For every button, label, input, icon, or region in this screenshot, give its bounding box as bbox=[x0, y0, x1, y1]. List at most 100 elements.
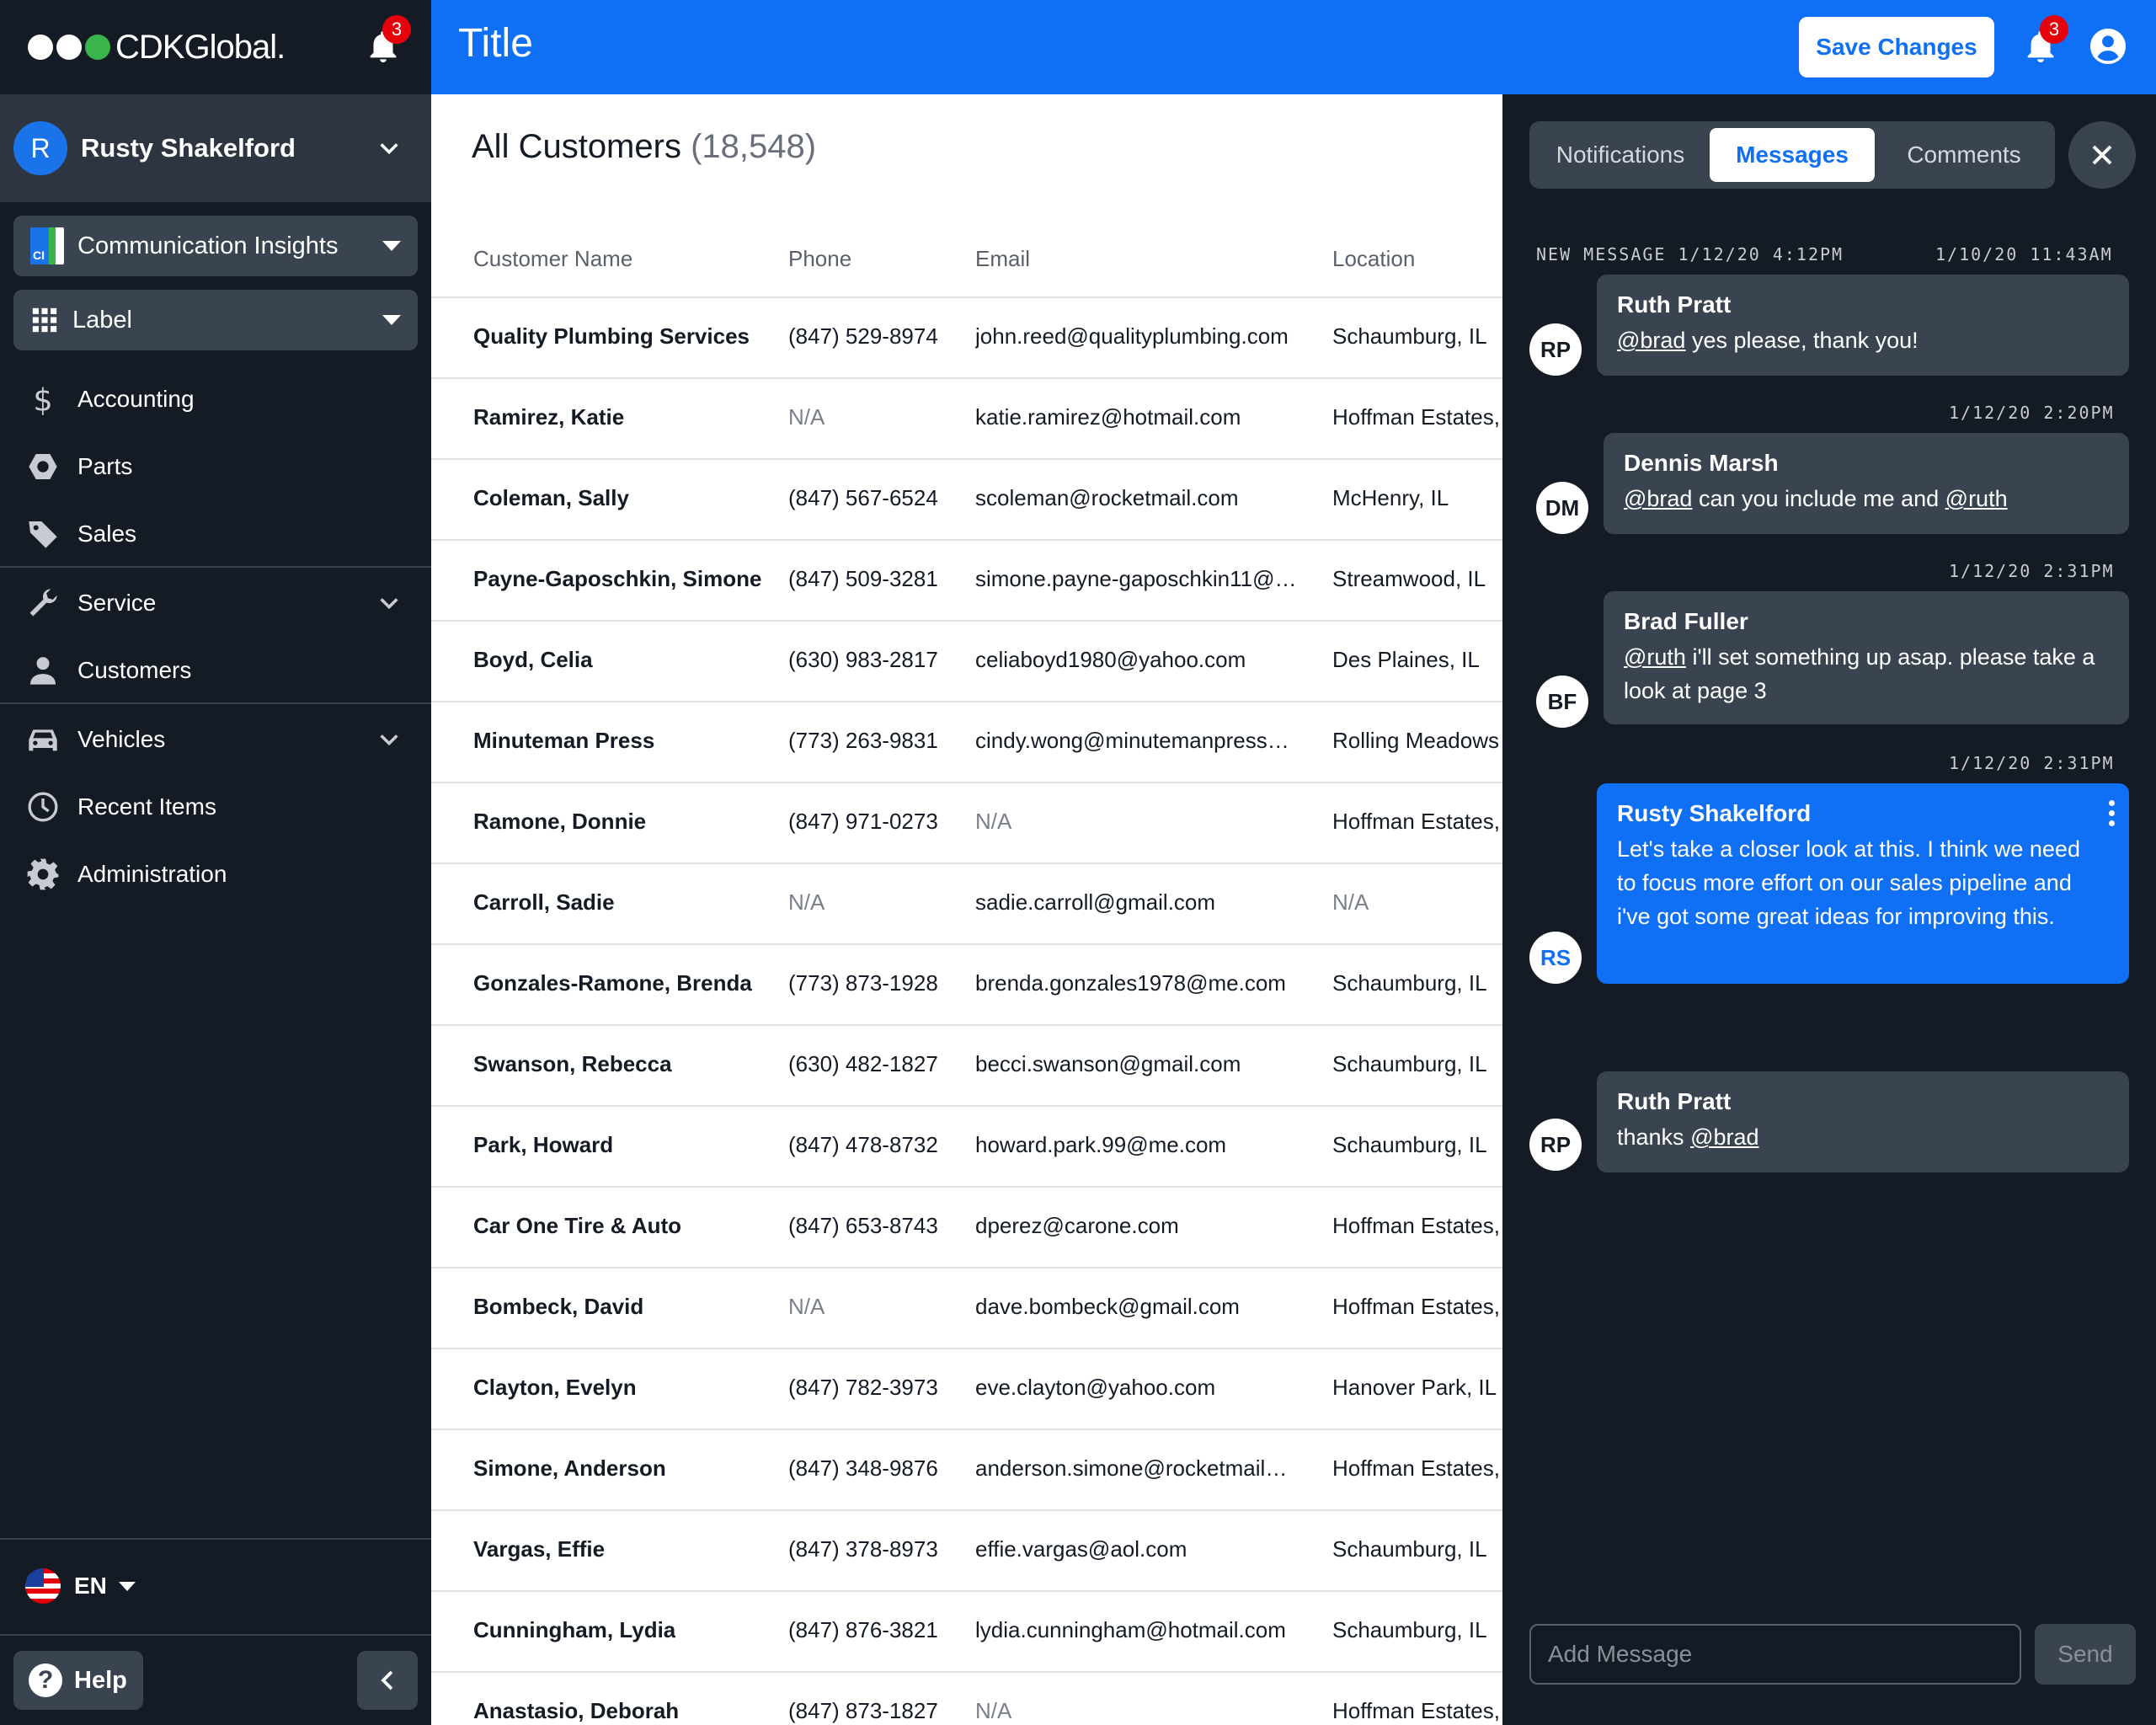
new-message-label: NEW MESSAGE 1/12/20 4:12PM bbox=[1536, 244, 1844, 264]
help-label: Help bbox=[74, 1666, 127, 1694]
table-row[interactable]: Ramone, Donnie (847) 971-0273 N/A Hoffman E… bbox=[431, 782, 1502, 862]
message-sender: Ruth Pratt bbox=[1617, 1088, 1732, 1114]
cell-customer-name: Simone, Anderson bbox=[473, 1455, 666, 1481]
language-select[interactable]: EN bbox=[25, 1568, 136, 1604]
table-row[interactable]: Anastasio, Deborah (847) 873-1827 N/A Hoffm… bbox=[431, 1671, 1502, 1725]
message-sender: Ruth Pratt bbox=[1617, 291, 1732, 318]
cell-customer-name: Ramone, Donnie bbox=[473, 809, 647, 834]
cell-phone: (847) 971-0273 bbox=[788, 809, 938, 834]
tab-comments[interactable]: Comments bbox=[1880, 128, 2048, 182]
more-options-icon[interactable] bbox=[2109, 800, 2116, 826]
car-icon bbox=[25, 722, 61, 757]
sidebar-item-service[interactable]: Service bbox=[0, 569, 431, 637]
cell-customer-name: Park, Howard bbox=[473, 1132, 614, 1157]
table-row[interactable]: Ramirez, Katie N/A katie.ramirez@hotmail.c… bbox=[431, 377, 1502, 458]
app-select[interactable]: CI Communication Insights bbox=[13, 216, 418, 276]
sidebar-item-customers[interactable]: Customers bbox=[0, 637, 431, 704]
mention-link[interactable]: @brad bbox=[1624, 486, 1692, 511]
tab-notifications[interactable]: Notifications bbox=[1536, 128, 1705, 182]
cell-phone: N/A bbox=[788, 1294, 825, 1319]
save-changes-button[interactable]: Save Changes bbox=[1799, 17, 1994, 77]
close-icon bbox=[2092, 145, 2112, 165]
close-panel-button[interactable] bbox=[2068, 121, 2136, 189]
own-message-bubble: Rusty Shakelford Let's take a closer loo… bbox=[1597, 783, 2129, 984]
table-row[interactable]: Bombeck, David N/A dave.bombeck@gmail.com H… bbox=[431, 1267, 1502, 1348]
customer-count: (18,548) bbox=[691, 128, 817, 165]
cell-location: Schaumburg, IL bbox=[1332, 323, 1487, 349]
send-button[interactable]: Send bbox=[2035, 1624, 2136, 1685]
sidebar-item-sales[interactable]: Sales bbox=[0, 500, 431, 568]
message-sender: Dennis Marsh bbox=[1624, 450, 1779, 476]
cell-phone: (847) 653-8743 bbox=[788, 1213, 938, 1238]
cell-email: N/A bbox=[975, 809, 1012, 834]
table-row[interactable]: Quality Plumbing Services (847) 529-8974 j… bbox=[431, 296, 1502, 377]
brand-logo-text: CDKGlobal. bbox=[115, 28, 286, 66]
cell-location: Hoffman Estates, IL bbox=[1332, 404, 1501, 430]
cell-phone: (847) 529-8974 bbox=[788, 323, 938, 349]
cell-phone: (847) 378-8973 bbox=[788, 1536, 938, 1562]
table-row[interactable]: Vargas, Effie (847) 378-8973 effie.vargas@… bbox=[431, 1509, 1502, 1590]
help-button[interactable]: ? Help bbox=[13, 1651, 143, 1710]
cell-phone: (847) 876-3821 bbox=[788, 1617, 938, 1642]
table-row[interactable]: Clayton, Evelyn (847) 782-3973 eve.clayton… bbox=[431, 1348, 1502, 1429]
cell-email: eve.clayton@yahoo.com bbox=[975, 1375, 1216, 1400]
table-row[interactable]: Car One Tire & Auto (847) 653-8743 dperez@… bbox=[431, 1186, 1502, 1267]
column-header-email[interactable]: Email bbox=[975, 246, 1030, 272]
table-row[interactable]: Gonzales-Ramone, Brenda (773) 873-1928 bre… bbox=[431, 943, 1502, 1024]
cell-location: Schaumburg, IL bbox=[1332, 1051, 1487, 1076]
cell-location: Hoffman Estates, IL bbox=[1332, 1213, 1501, 1238]
tab-messages[interactable]: Messages bbox=[1710, 128, 1875, 182]
table-row[interactable]: Park, Howard (847) 478-8732 howard.park.99… bbox=[431, 1105, 1502, 1186]
sidebar-item-administration[interactable]: Administration bbox=[0, 841, 431, 908]
add-message-input[interactable] bbox=[1529, 1624, 2021, 1685]
cell-location: Streamwood, IL bbox=[1332, 566, 1486, 591]
account-button[interactable] bbox=[2089, 27, 2127, 66]
hexagon-nut-icon bbox=[25, 449, 61, 484]
table-row[interactable]: Cunningham, Lydia (847) 876-3821 lydia.cun… bbox=[431, 1590, 1502, 1671]
user-menu[interactable]: R Rusty Shakelford bbox=[0, 94, 431, 202]
cell-phone: (847) 782-3973 bbox=[788, 1375, 938, 1400]
column-header-location[interactable]: Location bbox=[1332, 246, 1415, 272]
sidebar-item-accounting[interactable]: $ Accounting bbox=[0, 366, 431, 433]
message-timestamp: 1/10/20 11:43AM bbox=[1935, 244, 2113, 264]
collapse-sidebar-button[interactable] bbox=[357, 1651, 418, 1710]
cell-location: Schaumburg, IL bbox=[1332, 1536, 1487, 1562]
cell-email: cindy.wong@minutemanpress… bbox=[975, 728, 1289, 753]
cell-customer-name: Bombeck, David bbox=[473, 1294, 644, 1319]
sidebar-item-label: Customers bbox=[77, 657, 192, 683]
table-row[interactable]: Minuteman Press (773) 263-9831 cindy.wong@… bbox=[431, 701, 1502, 782]
table-row[interactable]: Coleman, Sally (847) 567-6524 scoleman@roc… bbox=[431, 458, 1502, 539]
cell-customer-name: Minuteman Press bbox=[473, 728, 655, 753]
mention-link[interactable]: @ruth bbox=[1624, 644, 1686, 670]
table-row[interactable]: Simone, Anderson (847) 348-9876 anderson.s… bbox=[431, 1429, 1502, 1509]
table-row[interactable]: Carroll, Sadie N/A sadie.carroll@gmail.com… bbox=[431, 862, 1502, 943]
chevron-left-icon bbox=[381, 1670, 393, 1690]
sidebar-item-vehicles[interactable]: Vehicles bbox=[0, 706, 431, 773]
table-row[interactable]: Swanson, Rebecca (630) 482-1827 becci.swan… bbox=[431, 1024, 1502, 1105]
cell-email: effie.vargas@aol.com bbox=[975, 1536, 1187, 1562]
sidebar: CDKGlobal. 3 R Rusty Shakelford CI Commu… bbox=[0, 0, 431, 1725]
mention-link[interactable]: @brad bbox=[1690, 1124, 1758, 1150]
sidebar-item-parts[interactable]: Parts bbox=[0, 433, 431, 500]
sidebar-item-label: Recent Items bbox=[77, 793, 216, 820]
cell-phone: N/A bbox=[788, 889, 825, 915]
communication-insights-icon: CI bbox=[30, 227, 64, 264]
sidebar-item-recent-items[interactable]: Recent Items bbox=[0, 773, 431, 841]
mention-link[interactable]: @brad bbox=[1617, 328, 1685, 353]
message-body: Let's take a closer look at this. I thin… bbox=[1617, 836, 2080, 929]
column-header-phone[interactable]: Phone bbox=[788, 246, 851, 272]
table-row[interactable]: Payne-Gaposchkin, Simone (847) 509-3281 si… bbox=[431, 539, 1502, 620]
cell-email: katie.ramirez@hotmail.com bbox=[975, 404, 1241, 430]
table-row[interactable]: Boyd, Celia (630) 983-2817 celiaboyd1980@y… bbox=[431, 620, 1502, 701]
cell-email: lydia.cunningham@hotmail.com bbox=[975, 1617, 1286, 1642]
sidebar-notification-button[interactable]: 3 bbox=[364, 15, 411, 66]
column-header-name[interactable]: Customer Name bbox=[473, 246, 632, 272]
top-bar: Title Save Changes 3 bbox=[431, 0, 2156, 94]
avatar: R bbox=[13, 121, 67, 175]
notification-button[interactable]: 3 bbox=[2021, 15, 2068, 66]
cell-customer-name: Cunningham, Lydia bbox=[473, 1617, 676, 1642]
cell-phone: (847) 873-1827 bbox=[788, 1698, 938, 1723]
label-select[interactable]: Label bbox=[13, 290, 418, 350]
mention-link[interactable]: @ruth bbox=[1945, 486, 2008, 511]
sidebar-divider bbox=[0, 1634, 431, 1636]
